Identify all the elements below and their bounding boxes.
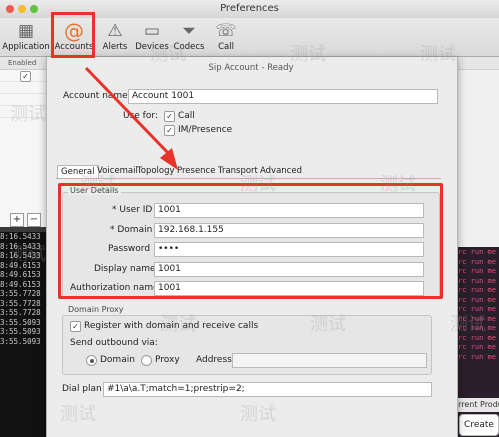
arrow-head [160, 148, 178, 170]
arrow-shaft [84, 66, 172, 157]
annotation-arrow [84, 66, 178, 170]
